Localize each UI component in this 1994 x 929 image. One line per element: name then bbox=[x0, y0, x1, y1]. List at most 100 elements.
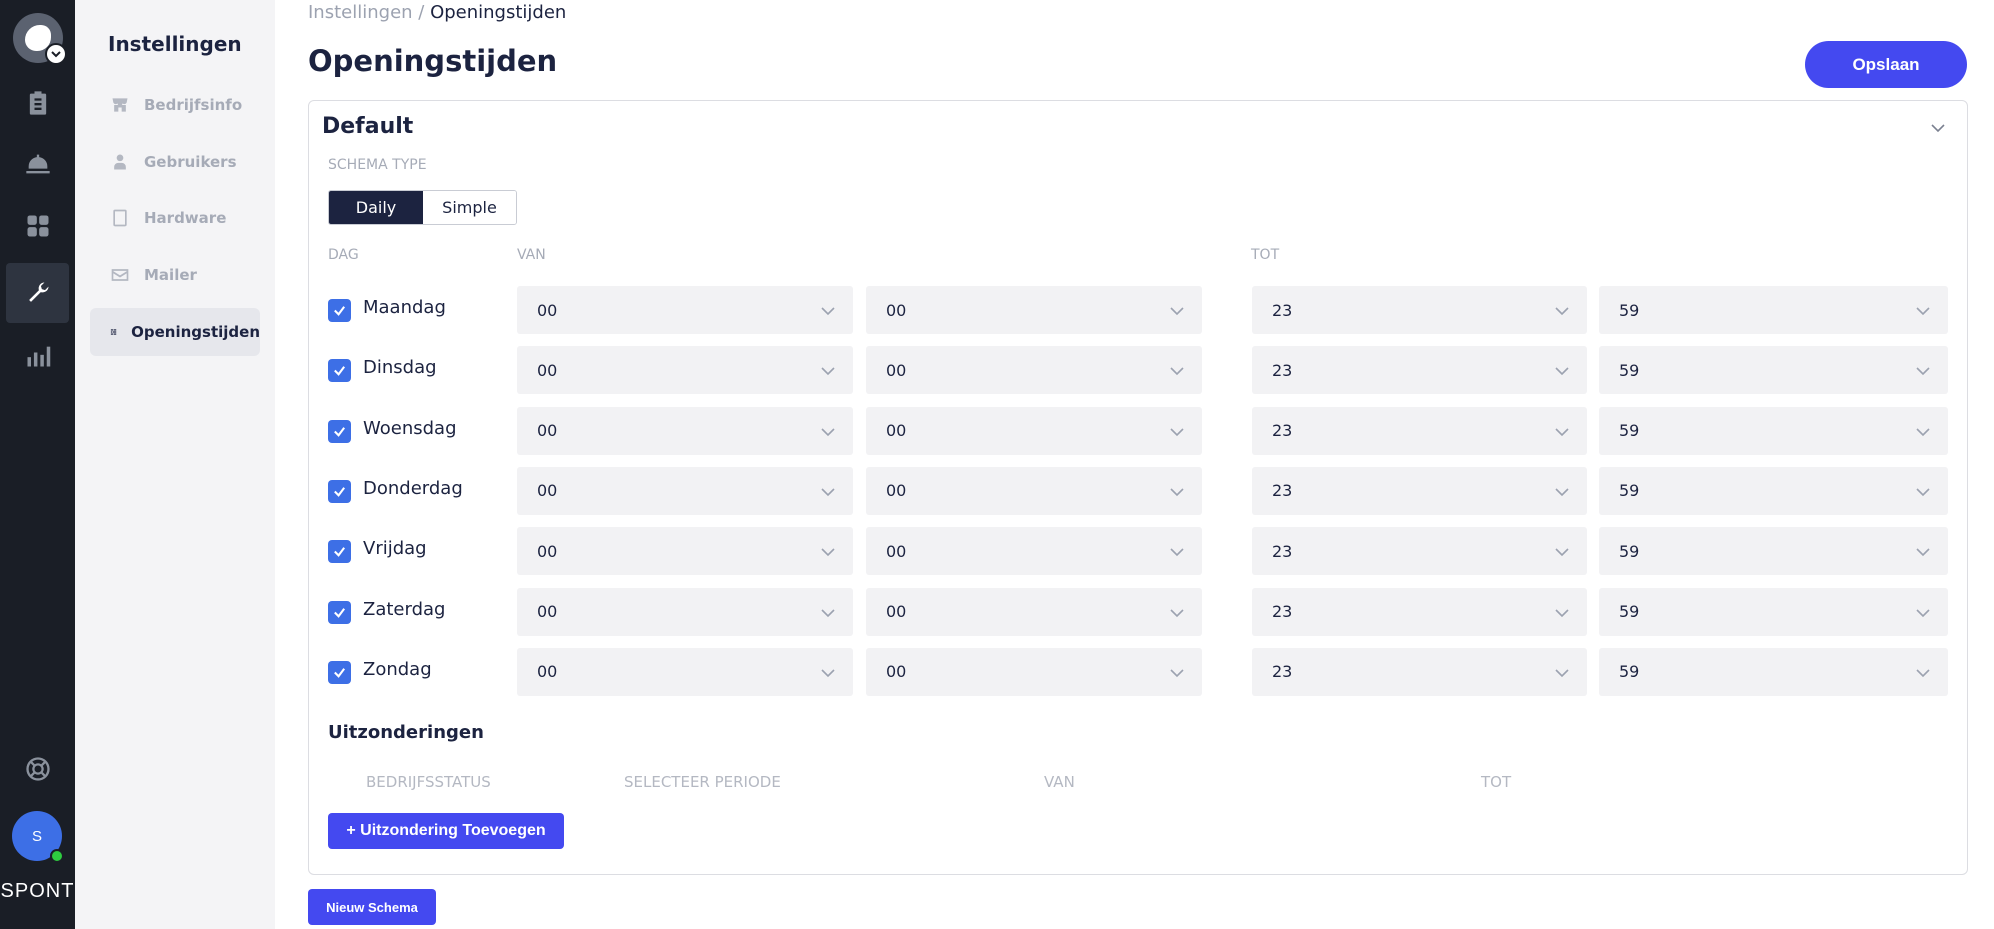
clipboard-icon[interactable] bbox=[0, 73, 75, 133]
select-value: 00 bbox=[886, 662, 907, 682]
new-schema-button[interactable]: Nieuw Schema bbox=[308, 889, 436, 925]
brand-logo: SPONT bbox=[0, 880, 75, 902]
chevron-down-icon bbox=[1916, 307, 1930, 316]
select-value: 00 bbox=[537, 421, 558, 441]
select-value: 59 bbox=[1619, 602, 1640, 621]
from-hour-select[interactable]: 00 bbox=[517, 346, 853, 395]
day-label: Vrijdag bbox=[363, 538, 427, 560]
chevron-down-icon bbox=[1916, 428, 1930, 436]
chevron-down-icon bbox=[1170, 367, 1184, 376]
day-row: Dinsdag 00 00 23 59 bbox=[309, 346, 1969, 395]
chevron-down-icon bbox=[1916, 669, 1930, 677]
chevron-down-icon bbox=[1170, 669, 1184, 677]
to-minute-select[interactable]: 59 bbox=[1599, 587, 1948, 636]
day-checkbox[interactable] bbox=[328, 299, 351, 322]
select-value: 59 bbox=[1619, 421, 1640, 441]
chevron-down-icon bbox=[1916, 548, 1930, 557]
store-icon bbox=[112, 98, 128, 112]
to-hour-select[interactable]: 23 bbox=[1252, 587, 1587, 636]
to-hour-select[interactable]: 23 bbox=[1252, 286, 1587, 334]
day-checkbox[interactable] bbox=[328, 419, 351, 443]
select-value: 23 bbox=[1272, 541, 1293, 561]
chevron-down-icon bbox=[821, 608, 835, 617]
select-value: 59 bbox=[1619, 360, 1640, 380]
select-value: 00 bbox=[886, 481, 907, 501]
from-minute-select[interactable]: 00 bbox=[866, 346, 1202, 395]
chevron-down-icon bbox=[821, 488, 835, 497]
from-minute-select[interactable]: 00 bbox=[866, 406, 1202, 455]
avatar[interactable]: S bbox=[12, 811, 64, 863]
to-minute-select[interactable]: 59 bbox=[1599, 286, 1948, 334]
day-checkbox[interactable] bbox=[328, 660, 351, 684]
select-value: 23 bbox=[1272, 481, 1293, 501]
day-checkbox[interactable] bbox=[328, 479, 351, 503]
from-hour-select[interactable]: 00 bbox=[517, 466, 853, 515]
sidebar-item-hardware[interactable]: Hardware bbox=[90, 194, 260, 242]
exceptions-header-period: SELECTEER PERIODE bbox=[624, 773, 781, 791]
chevron-down-icon bbox=[821, 669, 835, 677]
from-hour-select[interactable]: 00 bbox=[517, 647, 853, 696]
save-button[interactable]: Opslaan bbox=[1805, 41, 1967, 88]
sidebar-title: Instellingen bbox=[108, 32, 242, 56]
sidebar-item-gebruikers[interactable]: Gebruikers bbox=[90, 138, 260, 186]
chevron-down-icon bbox=[1170, 488, 1184, 497]
chevron-down-icon bbox=[1555, 307, 1569, 316]
day-checkbox[interactable] bbox=[328, 600, 351, 624]
schema-type-toggle: Daily Simple bbox=[328, 190, 517, 225]
from-minute-select[interactable]: 00 bbox=[866, 286, 1202, 334]
to-hour-select[interactable]: 23 bbox=[1252, 406, 1587, 455]
day-label: Zaterdag bbox=[363, 598, 446, 620]
mail-icon bbox=[111, 269, 129, 281]
select-value: 00 bbox=[886, 360, 907, 380]
day-row: Maandag 00 00 23 59 bbox=[309, 286, 1969, 334]
checkmark-icon bbox=[334, 306, 346, 316]
day-checkbox[interactable] bbox=[328, 359, 351, 383]
breadcrumb-current: Openingstijden bbox=[430, 2, 567, 23]
select-value: 59 bbox=[1619, 481, 1640, 501]
day-label: Donderdag bbox=[363, 477, 463, 499]
from-hour-select[interactable]: 00 bbox=[517, 286, 853, 334]
sidebar-item-mailer[interactable]: Mailer bbox=[90, 251, 260, 299]
day-checkbox[interactable] bbox=[328, 540, 351, 564]
from-minute-select[interactable]: 00 bbox=[866, 647, 1202, 696]
breadcrumb-separator: / bbox=[412, 2, 431, 23]
from-minute-select[interactable]: 00 bbox=[866, 527, 1202, 576]
grid-icon[interactable] bbox=[0, 196, 75, 256]
workspace-switcher[interactable] bbox=[13, 13, 67, 65]
chevron-down-icon bbox=[1916, 608, 1930, 617]
to-minute-select[interactable]: 59 bbox=[1599, 346, 1948, 395]
to-minute-select[interactable]: 59 bbox=[1599, 527, 1948, 576]
to-hour-select[interactable]: 23 bbox=[1252, 466, 1587, 515]
to-minute-select[interactable]: 59 bbox=[1599, 406, 1948, 455]
from-hour-select[interactable]: 00 bbox=[517, 527, 853, 576]
bar-chart-icon[interactable] bbox=[0, 326, 75, 386]
schema-type-daily[interactable]: Daily bbox=[329, 191, 423, 224]
sidebar-item-bedrijfsinfo[interactable]: Bedrijfsinfo bbox=[90, 81, 260, 129]
wrench-icon[interactable] bbox=[6, 263, 69, 323]
chevron-down-icon bbox=[821, 428, 835, 436]
lifebuoy-icon[interactable] bbox=[0, 739, 75, 799]
from-minute-select[interactable]: 00 bbox=[866, 466, 1202, 515]
to-hour-select[interactable]: 23 bbox=[1252, 527, 1587, 576]
to-hour-select[interactable]: 23 bbox=[1252, 647, 1587, 696]
checkmark-icon bbox=[334, 667, 346, 678]
sidebar-item-openingstijden[interactable]: Openingstijden bbox=[90, 308, 260, 356]
schedule-card: Default SCHEMA TYPE Daily Simple DAG VAN… bbox=[308, 100, 1968, 875]
to-minute-select[interactable]: 59 bbox=[1599, 466, 1948, 515]
from-minute-select[interactable]: 00 bbox=[866, 587, 1202, 636]
service-bell-icon[interactable] bbox=[0, 134, 75, 194]
avatar-initial: S bbox=[31, 827, 42, 845]
select-value: 23 bbox=[1272, 421, 1293, 441]
from-hour-select[interactable]: 00 bbox=[517, 587, 853, 636]
schema-type-simple[interactable]: Simple bbox=[423, 191, 516, 224]
chevron-down-icon[interactable] bbox=[1929, 119, 1947, 137]
sidebar-item-label: Bedrijfsinfo bbox=[144, 96, 243, 114]
select-value: 59 bbox=[1619, 300, 1640, 320]
to-minute-select[interactable]: 59 bbox=[1599, 647, 1948, 696]
breadcrumb-parent[interactable]: Instellingen bbox=[308, 2, 413, 23]
chevron-down-icon bbox=[1170, 548, 1184, 557]
to-hour-select[interactable]: 23 bbox=[1252, 346, 1587, 395]
add-exception-button[interactable]: + Uitzondering Toevoegen bbox=[328, 813, 564, 849]
select-value: 59 bbox=[1619, 662, 1640, 682]
from-hour-select[interactable]: 00 bbox=[517, 406, 853, 455]
